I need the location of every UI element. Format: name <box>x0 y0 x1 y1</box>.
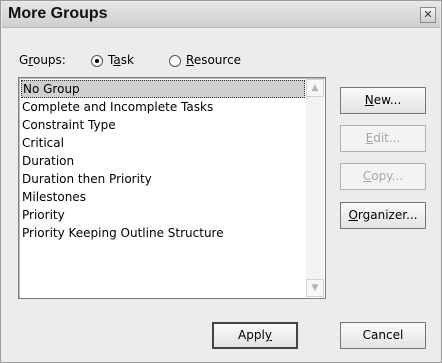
list-item[interactable]: Duration then Priority <box>21 170 305 188</box>
radio-task-indicator[interactable] <box>91 55 103 67</box>
more-groups-dialog: More Groups ✕ Groups: Task Resource No G… <box>0 0 442 363</box>
list-item[interactable]: Complete and Incomplete Tasks <box>21 98 305 116</box>
dialog-title: More Groups <box>8 5 108 22</box>
new-button[interactable]: New... <box>340 87 426 114</box>
list-scrollbar[interactable]: ▲ ▼ <box>306 79 324 297</box>
scroll-up-icon[interactable]: ▲ <box>306 79 324 97</box>
groups-list-items: No Group Complete and Incomplete Tasks C… <box>21 80 305 242</box>
list-item[interactable]: No Group <box>21 80 305 98</box>
list-item[interactable]: Constraint Type <box>21 116 305 134</box>
groups-radio-group: Groups: Task Resource <box>19 53 319 71</box>
radio-resource-label[interactable]: Resource <box>186 53 241 67</box>
list-item[interactable]: Priority Keeping Outline Structure <box>21 224 305 242</box>
list-item[interactable]: Critical <box>21 134 305 152</box>
organizer-button[interactable]: Organizer... <box>340 202 426 229</box>
close-icon[interactable]: ✕ <box>420 7 436 23</box>
scroll-down-icon[interactable]: ▼ <box>306 279 324 297</box>
cancel-button[interactable]: Cancel <box>340 322 426 349</box>
edit-button[interactable]: Edit... <box>340 125 426 152</box>
list-item[interactable]: Milestones <box>21 188 305 206</box>
apply-button[interactable]: Apply <box>212 322 298 349</box>
radio-resource-indicator[interactable] <box>169 55 181 67</box>
groups-listbox[interactable]: No Group Complete and Incomplete Tasks C… <box>18 77 326 299</box>
list-item[interactable]: Duration <box>21 152 305 170</box>
title-bar: More Groups ✕ <box>2 2 440 28</box>
radio-task-label[interactable]: Task <box>108 53 134 67</box>
copy-button[interactable]: Copy... <box>340 163 426 190</box>
groups-label: Groups: <box>19 53 66 67</box>
list-item[interactable]: Priority <box>21 206 305 224</box>
